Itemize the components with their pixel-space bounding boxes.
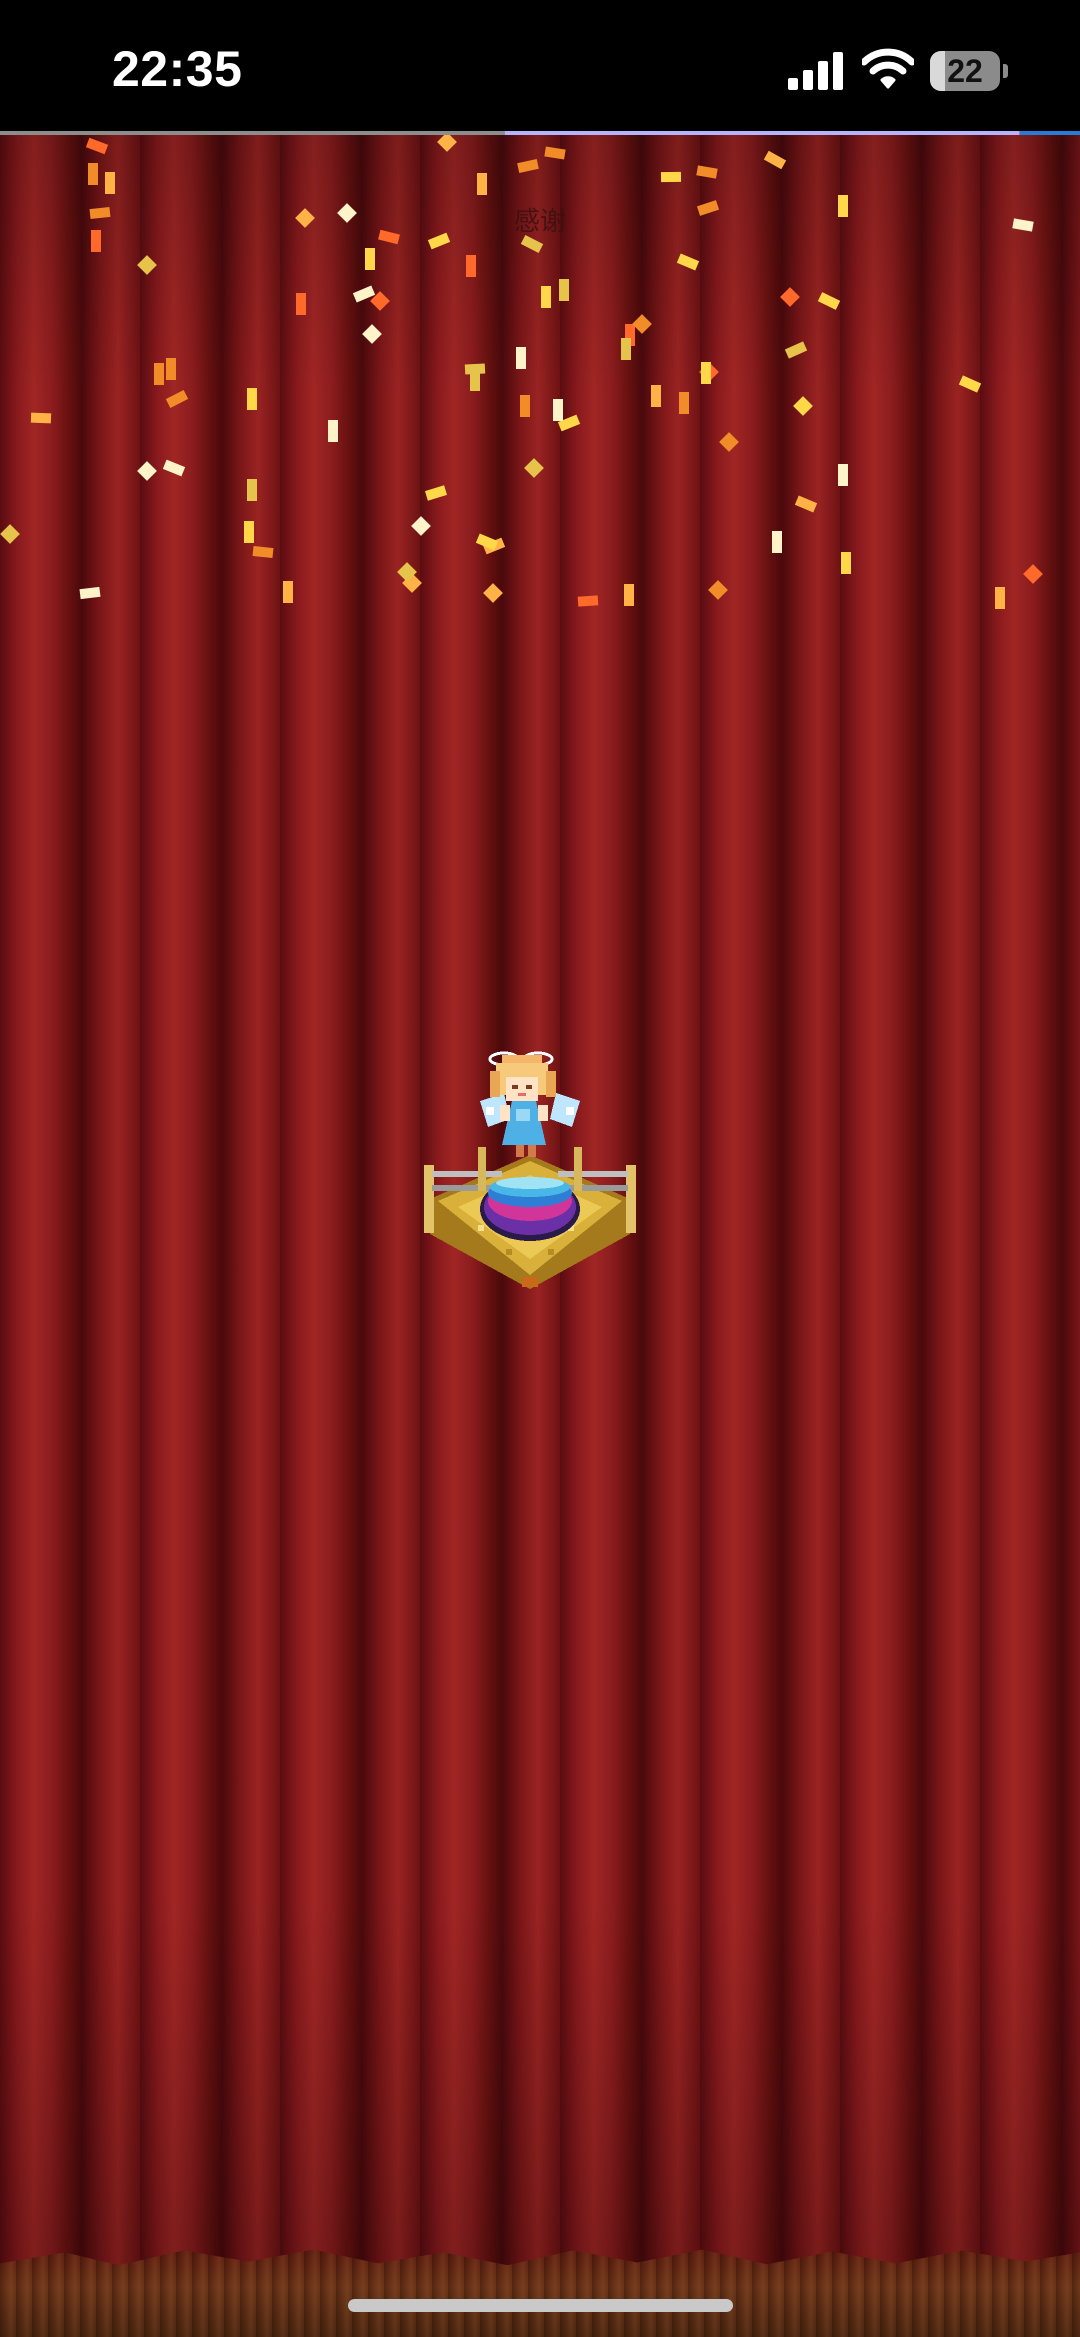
confetti-piece xyxy=(958,375,982,393)
confetti-piece xyxy=(165,390,189,408)
battery-icon: 22 xyxy=(930,51,1008,91)
confetti-piece xyxy=(719,432,739,452)
confetti-piece xyxy=(464,363,486,375)
angel-cauldron-sprite[interactable] xyxy=(418,1049,642,1299)
confetti-piece xyxy=(679,392,689,414)
confetti-piece xyxy=(784,341,808,359)
confetti-piece xyxy=(365,248,375,270)
confetti-piece xyxy=(794,495,818,513)
confetti-piece xyxy=(328,420,338,442)
confetti-piece xyxy=(466,255,476,277)
confetti-piece xyxy=(247,479,257,501)
confetti-piece xyxy=(838,464,848,486)
confetti-piece xyxy=(621,338,631,360)
confetti-piece xyxy=(553,399,563,421)
home-indicator[interactable] xyxy=(348,2299,733,2312)
load-progress-tail xyxy=(1020,131,1080,135)
confetti-piece xyxy=(30,412,52,424)
confetti-piece xyxy=(517,159,539,173)
load-progress-fill xyxy=(505,131,1019,135)
confetti-piece xyxy=(696,165,718,179)
confetti-piece xyxy=(995,587,1005,609)
load-progress-bar xyxy=(0,131,1080,135)
confetti-piece xyxy=(541,286,551,308)
confetti-piece xyxy=(162,459,186,477)
confetti-piece xyxy=(624,584,634,606)
confetti-piece xyxy=(763,150,787,170)
signal-icon xyxy=(788,52,846,90)
game-canvas[interactable]: 感谢 xyxy=(0,131,1080,2337)
confetti-piece xyxy=(105,172,115,194)
confetti-piece xyxy=(137,461,157,481)
confetti-piece xyxy=(1023,564,1043,584)
confetti-piece xyxy=(651,385,661,407)
confetti-piece xyxy=(252,545,274,559)
confetti-piece xyxy=(793,396,813,416)
confetti-piece xyxy=(411,516,431,536)
confetti-piece xyxy=(88,163,98,185)
confetti-piece xyxy=(524,458,544,478)
battery-level: 22 xyxy=(947,53,983,89)
confetti-piece xyxy=(817,292,841,310)
confetti-piece xyxy=(660,171,682,183)
confetti-piece xyxy=(154,363,164,385)
status-bar: 22:35 22 xyxy=(0,0,1080,131)
confetti-piece xyxy=(577,595,599,607)
battery-body: 22 xyxy=(930,51,1000,91)
wifi-icon xyxy=(862,48,914,89)
confetti-piece xyxy=(424,485,448,501)
game-caption: 感谢 xyxy=(513,207,566,237)
confetti-piece xyxy=(166,358,176,380)
confetti-piece xyxy=(772,531,782,553)
confetti-piece xyxy=(85,137,109,155)
confetti-piece xyxy=(544,146,566,160)
confetti-piece xyxy=(632,314,652,334)
confetti-piece xyxy=(708,580,728,600)
confetti-piece xyxy=(247,388,257,410)
confetti-piece xyxy=(0,524,20,544)
confetti-piece xyxy=(676,253,700,271)
confetti-piece xyxy=(780,287,800,307)
confetti-piece xyxy=(437,132,457,152)
confetti-piece xyxy=(701,362,711,384)
status-time: 22:35 xyxy=(112,41,243,97)
confetti-piece xyxy=(283,581,293,603)
battery-nub xyxy=(1003,64,1008,78)
confetti-piece xyxy=(516,347,526,369)
game-screen: 22:35 22 感谢 xyxy=(0,0,1080,2337)
confetti-piece xyxy=(559,279,569,301)
confetti-piece xyxy=(296,293,306,315)
confetti-piece xyxy=(244,521,254,543)
confetti-piece xyxy=(841,552,851,574)
confetti-piece xyxy=(137,255,157,275)
confetti-piece xyxy=(79,586,101,600)
confetti-piece xyxy=(483,583,503,603)
confetti-piece xyxy=(362,324,382,344)
confetti-piece xyxy=(520,395,530,417)
confetti-piece xyxy=(477,173,487,195)
